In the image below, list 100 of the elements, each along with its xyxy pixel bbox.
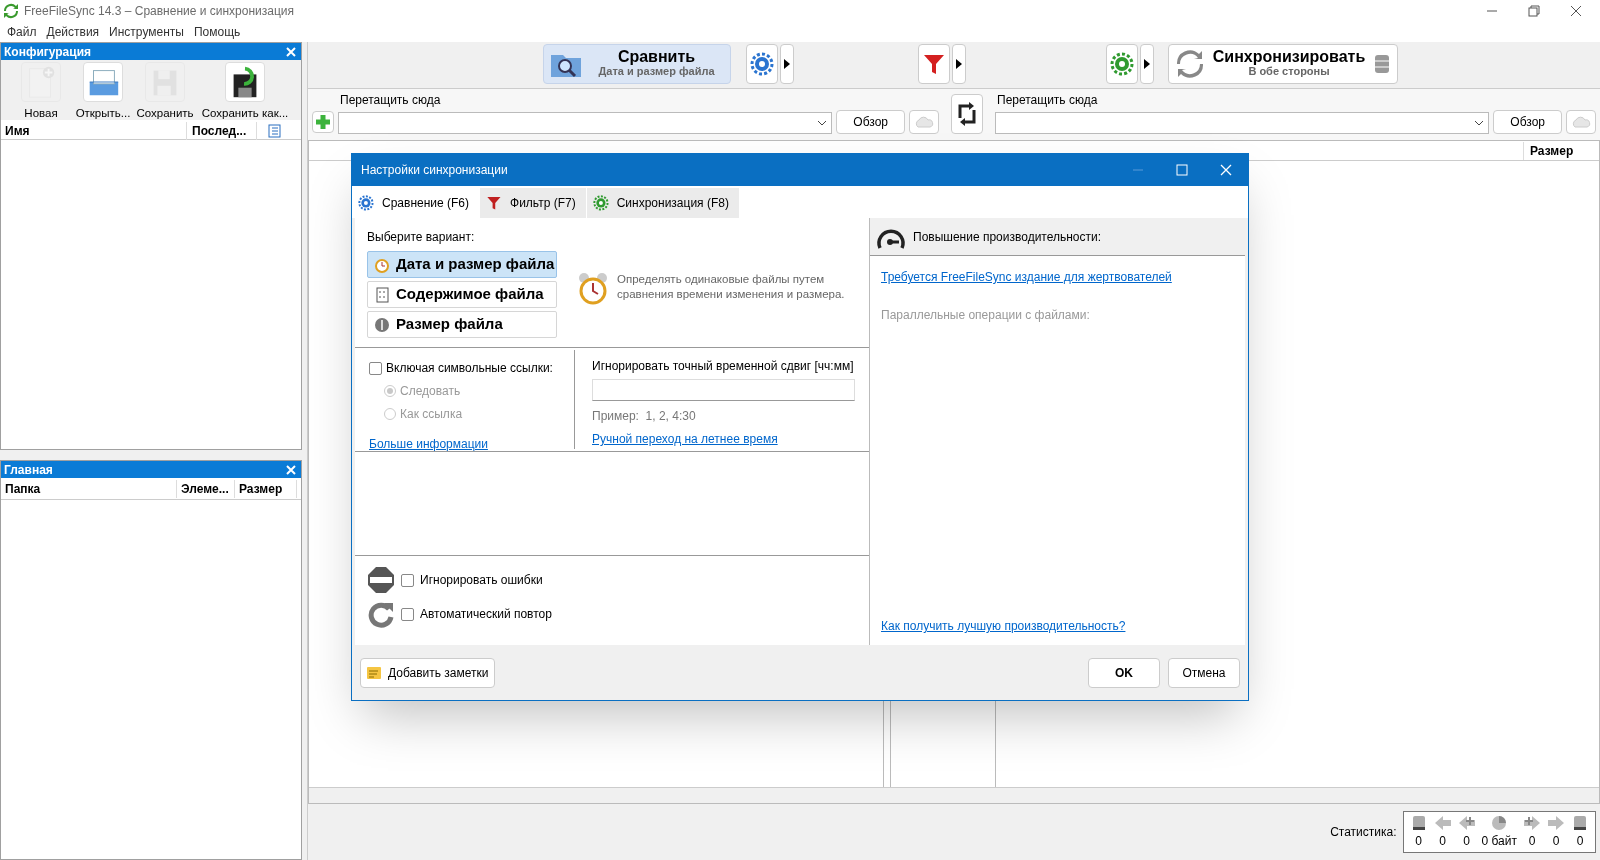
maximize-icon xyxy=(1176,164,1188,176)
synchronize-button[interactable]: Синхронизировать В обе стороны xyxy=(1168,44,1398,84)
column-header[interactable]: Размер xyxy=(235,479,297,498)
sync-arrows-icon xyxy=(1175,49,1205,79)
restore-icon xyxy=(1528,5,1540,17)
column-header[interactable]: Папка xyxy=(1,479,177,498)
right-arrow-icon xyxy=(1523,814,1541,832)
ok-button[interactable]: OK xyxy=(1088,657,1160,688)
swap-button[interactable] xyxy=(951,94,983,134)
radio-label: Как ссылка xyxy=(400,406,463,423)
comparison-option[interactable]: Содержимое файла xyxy=(367,281,557,308)
dropdown-button[interactable] xyxy=(780,44,794,84)
description-text: Определять одинаковые файлы путем сравнения времени изменения и размера. xyxy=(617,272,846,302)
triangle-icon xyxy=(956,59,962,69)
menu-item[interactable]: Помощь xyxy=(188,23,246,41)
browse-button[interactable]: Обзор xyxy=(836,110,905,134)
checkbox[interactable] xyxy=(401,573,414,587)
cloud-icon xyxy=(1571,116,1591,128)
checkbox[interactable] xyxy=(401,607,414,621)
browse-button[interactable]: Обзор xyxy=(1493,110,1562,134)
parallel-operations-label: Параллельные операции с файлами: xyxy=(881,307,1091,324)
folder-path-field[interactable] xyxy=(995,112,1490,134)
prompt-text: Выберите вариант: xyxy=(367,229,476,246)
statistic-value: 0 xyxy=(1463,833,1470,850)
filter-icon xyxy=(922,52,946,76)
statistic-value: 0 xyxy=(1576,833,1584,850)
settings-button[interactable] xyxy=(1106,44,1138,84)
stop-sign-icon xyxy=(367,566,395,594)
radio-button[interactable] xyxy=(384,408,396,420)
horizontal-scrollbar[interactable] xyxy=(309,787,1599,803)
compare-button[interactable]: Сравнить Дата и размер файла xyxy=(543,44,731,84)
dialog-title: Настройки синхронизации xyxy=(360,162,509,179)
settings-icon xyxy=(750,52,774,76)
checkbox-label: Включая символьные ссылки: xyxy=(386,360,553,377)
clock-icon xyxy=(374,256,390,273)
settings-icon xyxy=(1110,52,1134,76)
retry-arrow-icon xyxy=(367,600,395,628)
comparison-option[interactable]: Размер файла xyxy=(367,311,557,338)
menu-item[interactable]: Действия xyxy=(41,23,105,41)
settings-button[interactable] xyxy=(746,44,778,84)
field-label: Игнорировать точный временной сдвиг [чч:мм] xyxy=(592,358,855,375)
toolbar-button[interactable]: Открыть... xyxy=(73,60,133,123)
dropdown-button[interactable] xyxy=(952,44,966,84)
dropdown-button[interactable] xyxy=(1140,44,1154,84)
more-info-link[interactable]: Больше информации xyxy=(369,435,488,453)
column-header[interactable]: Послед... xyxy=(187,121,257,140)
daylight-saving-link[interactable]: Ручной переход на летнее время xyxy=(592,430,778,448)
column-header[interactable]: Имя xyxy=(1,121,187,140)
radio-label: Следовать xyxy=(400,383,461,400)
checkbox-label: Игнорировать ошибки xyxy=(420,572,543,589)
statistic-value: 0 байт xyxy=(1481,833,1517,850)
chevron-icon xyxy=(817,120,828,126)
menu-item[interactable]: Файл xyxy=(2,23,42,41)
performance-help-link[interactable]: Как получить лучшую производительность? xyxy=(881,617,1126,635)
add-button[interactable] xyxy=(312,111,334,133)
section-title: Повышение производительности: xyxy=(913,228,1102,246)
panel-title: Конфигурация xyxy=(4,43,92,61)
add-notes-button[interactable]: Добавить заметки xyxy=(360,657,495,688)
statistic-value: 0 xyxy=(1439,833,1446,850)
sync-arrows-icon xyxy=(3,3,19,19)
time-shift-field[interactable] xyxy=(592,379,855,401)
checkbox-label: Автоматический повтор xyxy=(420,606,552,623)
right-arrow-icon xyxy=(1547,814,1565,832)
folder-path-field[interactable] xyxy=(338,112,833,134)
left-arrow-icon xyxy=(1457,814,1476,832)
menu-item[interactable]: Инструменты xyxy=(104,23,189,41)
database-icon xyxy=(1373,53,1391,75)
tab[interactable]: Синхронизация (F8) xyxy=(585,188,739,218)
example-text: Пример: 1, 2, 4:30 xyxy=(592,408,697,425)
statistic-value: 0 xyxy=(1528,833,1536,850)
filter-button[interactable] xyxy=(918,44,950,84)
radio-button[interactable] xyxy=(384,385,396,397)
plus-icon xyxy=(315,114,331,130)
swap-arrows-icon xyxy=(957,102,977,126)
funnel-icon xyxy=(486,195,503,211)
cloud-icon xyxy=(914,116,934,128)
comparison-option[interactable]: Дата и размер файла xyxy=(367,251,557,278)
triangle-icon xyxy=(1144,59,1150,69)
statistics-label: Статистика: xyxy=(1330,824,1397,841)
bin-icon xyxy=(1571,814,1589,832)
checkbox[interactable] xyxy=(369,361,382,375)
close-icon xyxy=(1220,164,1232,176)
column-header[interactable]: Размер xyxy=(1523,141,1599,160)
disk-icon xyxy=(374,316,390,333)
tab[interactable]: Фильтр (F7) xyxy=(479,188,586,218)
close-icon xyxy=(284,462,298,477)
cancel-button[interactable]: Отмена xyxy=(1168,657,1240,688)
left-arrow-icon xyxy=(1433,814,1452,832)
alarm-clock-icon xyxy=(577,272,609,306)
pie-chart-icon xyxy=(1490,814,1509,832)
statistic-value: 0 xyxy=(1415,833,1422,850)
drop-label: Перетащить сюда xyxy=(996,92,1099,109)
toolbar-button[interactable]: Сохранить как... xyxy=(197,60,293,123)
chevron-icon xyxy=(1474,120,1485,126)
gear-icon xyxy=(592,195,609,211)
close-icon xyxy=(1570,5,1582,17)
window-title: FreeFileSync 14.3 – Сравнение и синхронизация xyxy=(24,3,295,20)
donor-edition-link[interactable]: Требуется FreeFileSync издание для жертвователей xyxy=(881,268,1172,286)
binary-file-icon xyxy=(374,286,390,303)
column-header[interactable]: Элеме... xyxy=(177,479,235,498)
